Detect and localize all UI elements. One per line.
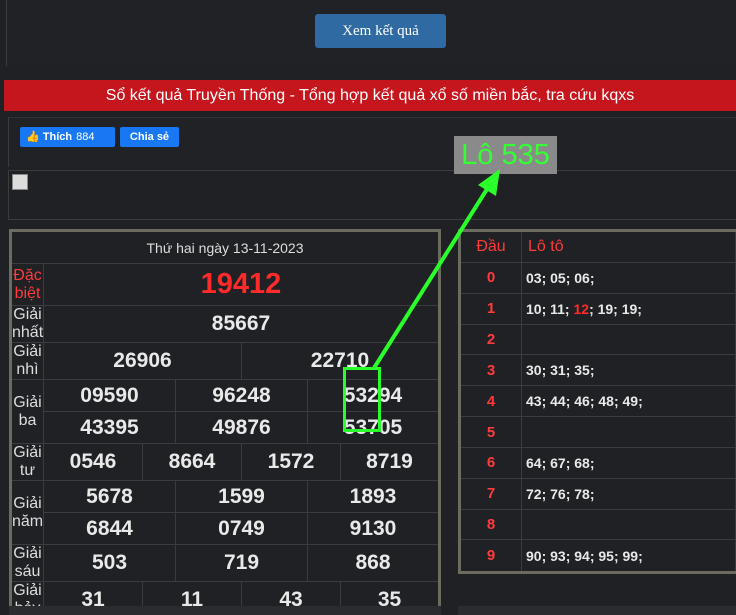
prize-value: 9130 — [307, 512, 440, 545]
prize-value: 719 — [175, 544, 308, 582]
prize-value: 5678 — [43, 480, 176, 513]
loto-values: 10; 11; 12; 19; 19; — [521, 292, 736, 325]
loto-values: 30; 31; 35; — [521, 354, 736, 387]
loto-head: 5 — [459, 416, 522, 448]
table-row: 1 10; 11; 12; 19; 19; — [459, 292, 736, 325]
loto-values: 72; 76; 78; — [521, 477, 736, 510]
like-label: Thích — [42, 131, 73, 143]
prize-value-special: 19412 — [43, 263, 440, 306]
loto-head: 3 — [459, 354, 522, 387]
prize-label-first: Giải nhất — [10, 305, 44, 343]
prize-value: 8664 — [142, 443, 242, 481]
loto-values — [521, 416, 736, 448]
loto-head-header: Đầu — [459, 230, 522, 263]
loto-head: 2 — [459, 323, 522, 356]
share-bar: 👍 Thích 884 Chia sẻ — [8, 117, 736, 167]
loto-head: 6 — [459, 446, 522, 479]
highlight-box — [343, 367, 381, 432]
view-results-button[interactable]: Xem kết quả — [315, 14, 446, 48]
bottom-divider — [9, 606, 441, 615]
loto-head: 0 — [459, 262, 522, 294]
loto-values — [521, 323, 736, 356]
table-row: 5 — [459, 416, 736, 448]
loto-values — [521, 508, 736, 541]
table-row: 6 64; 67; 68; — [459, 446, 736, 479]
table-row: 3 30; 31; 35; — [459, 354, 736, 387]
loto-values: 64; 67; 68; — [521, 446, 736, 479]
ad-image-area — [8, 170, 736, 220]
prize-label-fourth: Giải tư — [10, 443, 44, 481]
prize-label-special: Đặc biệt — [10, 263, 44, 306]
table-row: 9 90; 93; 94; 95; 99; — [459, 539, 736, 573]
loto-head: 8 — [459, 508, 522, 541]
lo-annotation-label: Lô 535 — [454, 136, 557, 174]
broken-image-icon — [12, 174, 28, 190]
prize-value: 43395 — [43, 411, 176, 444]
thumbs-up-icon: 👍 — [26, 131, 40, 143]
table-row: 0 03; 05; 06; — [459, 262, 736, 294]
facebook-share-button[interactable]: Chia sẻ — [120, 127, 179, 147]
page-banner: Sổ kết quả Truyền Thống - Tổng hợp kết q… — [4, 80, 736, 111]
facebook-like-button[interactable]: 👍 Thích 884 — [20, 127, 115, 147]
prize-label-third: Giải ba — [10, 379, 44, 444]
prize-value: 868 — [307, 544, 440, 582]
prize-value: 0546 — [43, 443, 143, 481]
top-bar: Xem kết quả — [6, 0, 736, 66]
loto-values: 43; 44; 46; 48; 49; — [521, 385, 736, 418]
loto-head: 1 — [459, 292, 522, 325]
prize-value: 09590 — [43, 379, 176, 412]
prize-value: 503 — [43, 544, 176, 582]
prize-value: 0749 — [175, 512, 308, 545]
prize-label-second: Giải nhì — [10, 342, 44, 380]
loto-values: 03; 05; 06; — [521, 262, 736, 294]
prize-value: 1893 — [307, 480, 440, 513]
prize-value: 96248 — [175, 379, 308, 412]
like-count: 884 — [76, 131, 95, 143]
prize-value: 1599 — [175, 480, 308, 513]
table-row: 7 72; 76; 78; — [459, 477, 736, 510]
table-row: 8 — [459, 508, 736, 541]
prize-value: 49876 — [175, 411, 308, 444]
prize-label-sixth: Giải sáu — [10, 544, 44, 582]
loto-head: 4 — [459, 385, 522, 418]
prize-value: 8719 — [340, 443, 440, 481]
loto-head: 7 — [459, 477, 522, 510]
prize-value: 22710 — [241, 342, 440, 380]
loto-table: Đầu Lô tô 0 03; 05; 06; 1 10; 11; 12; 19; … — [458, 229, 736, 574]
loto-values: 90; 93; 94; 95; 99; — [521, 539, 736, 573]
prize-label-fifth: Giải năm — [10, 480, 44, 545]
prize-value: 85667 — [43, 305, 440, 343]
table-row: 4 43; 44; 46; 48; 49; — [459, 385, 736, 418]
table-row: 2 — [459, 323, 736, 356]
loto-tail-header: Lô tô — [521, 230, 736, 263]
prize-value: 1572 — [241, 443, 341, 481]
loto-head: 9 — [459, 539, 522, 573]
bottom-divider — [458, 606, 736, 615]
prize-value: 26906 — [43, 342, 242, 380]
draw-date: Thứ hai ngày 13-11-2023 — [10, 230, 440, 264]
prize-value: 6844 — [43, 512, 176, 545]
